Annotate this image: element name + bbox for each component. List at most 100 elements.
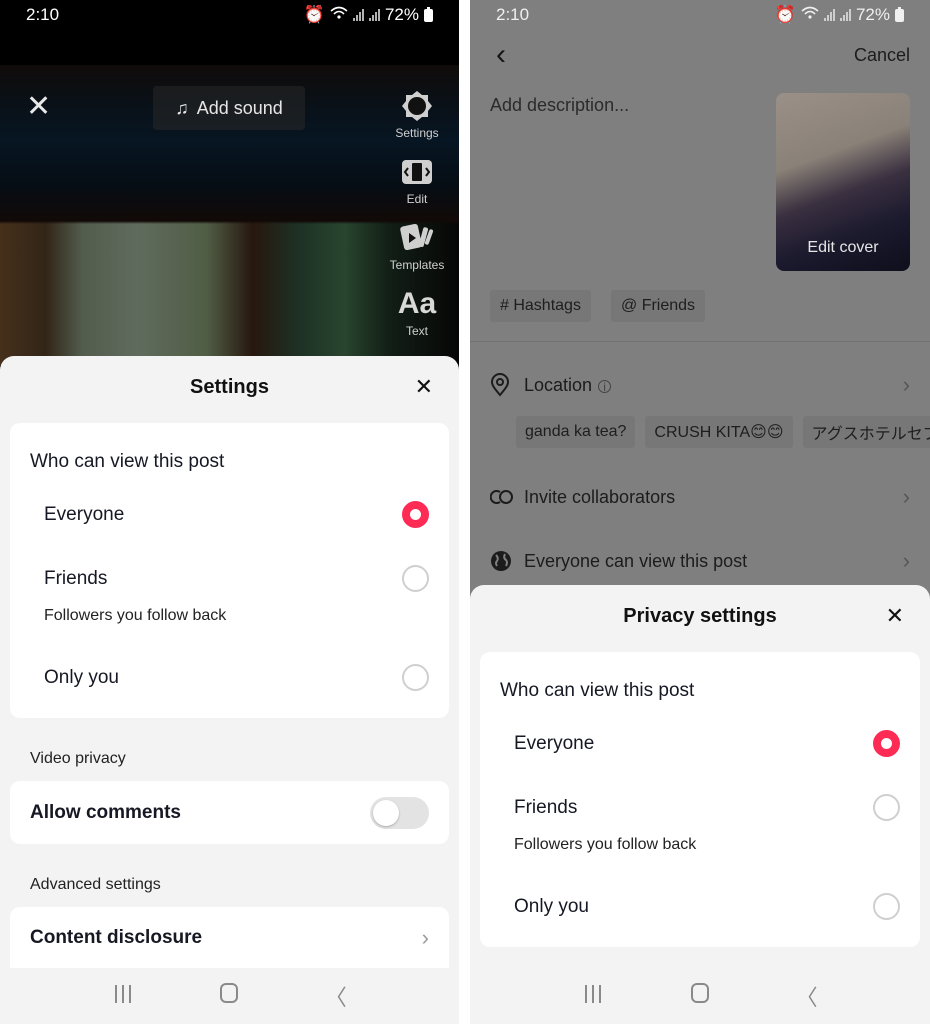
text-icon: Aa [397, 287, 437, 320]
status-bar: 2:10 ⏰ 72% [0, 0, 459, 30]
sheet-title: Privacy settings [623, 605, 777, 627]
tool-label: Templates [389, 258, 445, 272]
tool-settings[interactable]: Settings [395, 88, 439, 140]
option-sublabel: Followers you follow back [44, 607, 227, 624]
back-arrow-icon[interactable]: ‹ [496, 40, 506, 70]
who-can-view-card: Who can view this post Everyone Friends … [480, 652, 920, 947]
gear-icon [400, 88, 434, 124]
status-time: 2:10 [496, 5, 530, 24]
location-suggestion-chip[interactable]: CRUSH KITA😊😊 [645, 416, 793, 448]
system-nav-bar: 〈 [470, 968, 930, 1024]
option-label: Only you [44, 666, 119, 688]
option-label: Everyone [44, 503, 125, 525]
who-can-view-title: Who can view this post [500, 680, 695, 701]
who-can-view-title: Who can view this post [30, 451, 225, 472]
option-only-you[interactable]: Only you [514, 893, 900, 920]
tool-text[interactable]: Aa Text [397, 286, 437, 339]
close-icon[interactable]: ✕ [415, 376, 433, 398]
option-only-you[interactable]: Only you [44, 664, 429, 691]
mention-friends-chip[interactable]: @ Friends [611, 290, 706, 322]
option-label: Friends [514, 796, 578, 818]
tool-edit[interactable]: Edit [401, 154, 433, 206]
radio-unselected[interactable] [873, 893, 900, 920]
back-button[interactable]: 〈 [316, 980, 356, 1012]
signal-icon [823, 9, 835, 21]
status-time: 2:10 [26, 5, 60, 24]
option-label: Everyone [514, 732, 595, 754]
option-everyone[interactable]: Everyone [514, 730, 900, 757]
chevron-right-icon: › [902, 548, 910, 573]
back-button[interactable]: 〈 [787, 980, 827, 1012]
location-suggestion-chip[interactable]: ganda ka tea? [516, 416, 636, 448]
right-screenshot-post: 2:10 ⏰ 72% ‹ Cancel Add description... E… [470, 0, 930, 1024]
chevron-right-icon: › [902, 484, 910, 509]
globe-icon [490, 550, 516, 572]
battery-icon [424, 6, 433, 22]
content-disclosure-label: Content disclosure [30, 926, 203, 948]
visibility-row[interactable]: Everyone can view this post › [490, 548, 910, 574]
editor-toolbar: Settings Edit Templates Aa Text [385, 88, 449, 352]
sheet-title: Settings [190, 376, 269, 398]
home-button[interactable] [209, 983, 249, 1009]
hashtags-chip[interactable]: # Hashtags [490, 290, 591, 322]
wifi-icon [801, 5, 819, 25]
radio-unselected[interactable] [402, 565, 429, 592]
back-icon: 〈 [324, 985, 347, 1010]
alarm-icon: ⏰ [303, 5, 325, 24]
close-editor-icon[interactable]: ✕ [26, 92, 51, 122]
close-icon[interactable]: ✕ [886, 605, 904, 627]
status-bar: 2:10 ⏰ 72% [470, 0, 930, 30]
option-friends[interactable]: Friends [514, 794, 900, 821]
video-privacy-label: Video privacy [30, 750, 126, 767]
tool-templates[interactable]: Templates [389, 220, 445, 272]
signal-icon [352, 9, 364, 21]
collaborators-icon [490, 489, 516, 505]
system-nav-bar: 〈 [0, 968, 459, 1024]
radio-unselected[interactable] [873, 794, 900, 821]
privacy-settings-sheet: Privacy settings ✕ Who can view this pos… [470, 585, 930, 1024]
add-sound-label: Add sound [196, 97, 283, 118]
recents-button[interactable] [573, 983, 613, 1009]
description-input[interactable]: Add description... [490, 95, 629, 116]
alarm-icon: ⏰ [774, 5, 796, 24]
edit-clip-icon [401, 154, 433, 190]
location-suggestion-chip[interactable]: アグスホテルセブ [802, 416, 930, 448]
signal-icon-2 [368, 9, 380, 21]
templates-icon [400, 220, 434, 256]
wifi-icon [330, 5, 348, 25]
cancel-button[interactable]: Cancel [854, 45, 910, 66]
invite-collaborators-row[interactable]: Invite collaborators › [490, 484, 910, 510]
home-button[interactable] [680, 983, 720, 1009]
radio-selected[interactable] [873, 730, 900, 757]
visibility-label: Everyone can view this post [524, 550, 748, 571]
home-icon [220, 983, 239, 1003]
option-friends[interactable]: Friends [44, 565, 429, 592]
allow-comments-row: Allow comments [10, 781, 449, 844]
location-pin-icon [490, 373, 516, 397]
allow-comments-label: Allow comments [30, 801, 181, 823]
tool-label: Settings [395, 126, 439, 140]
location-label: Location [524, 374, 593, 395]
content-disclosure-row[interactable]: Content disclosure › [10, 907, 449, 968]
location-row[interactable]: Location i › [490, 372, 910, 398]
add-sound-button[interactable]: ♫ Add sound [153, 86, 305, 130]
cover-thumbnail[interactable]: Edit cover [776, 93, 910, 271]
battery-percent: 72% [384, 5, 419, 24]
settings-sheet: Settings ✕ Who can view this post Everyo… [0, 356, 459, 968]
radio-unselected[interactable] [402, 664, 429, 691]
advanced-settings-label: Advanced settings [30, 876, 161, 893]
location-suggestions: ganda ka tea? CRUSH KITA😊😊 アグスホテルセブ [516, 416, 930, 448]
edit-cover-label: Edit cover [807, 239, 879, 256]
battery-icon [895, 6, 904, 22]
allow-comments-toggle[interactable] [370, 796, 429, 829]
option-everyone[interactable]: Everyone [44, 501, 429, 528]
tool-label: Edit [406, 192, 428, 206]
recents-button[interactable] [103, 983, 143, 1009]
signal-icon-2 [839, 9, 851, 21]
who-can-view-card: Who can view this post Everyone Friends … [10, 423, 449, 718]
radio-selected[interactable] [402, 501, 429, 528]
divider [470, 341, 930, 342]
battery-percent: 72% [855, 5, 890, 24]
info-icon[interactable]: i [598, 380, 612, 394]
option-label: Only you [514, 895, 589, 917]
